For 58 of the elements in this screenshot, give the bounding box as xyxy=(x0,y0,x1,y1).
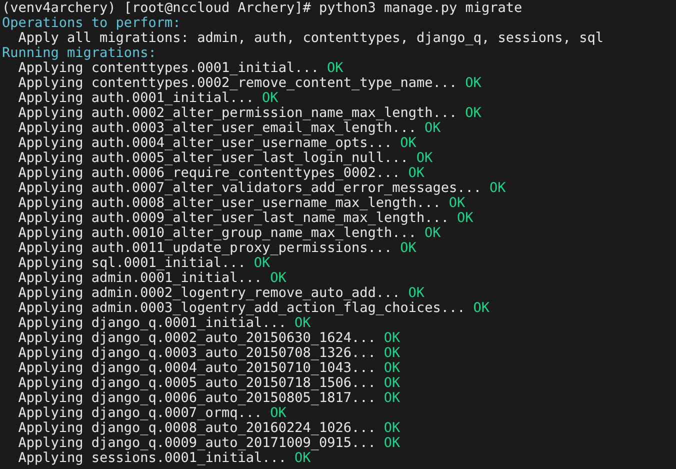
status-ok: OK xyxy=(384,421,400,436)
migration-line: Applying auth.0001_initial... xyxy=(17,91,254,106)
status-ok: OK xyxy=(294,451,311,466)
status-ok: OK xyxy=(424,121,441,136)
migration-line: Applying django_q.0005_auto_20150718_1506... xyxy=(17,376,376,391)
status-ok: OK xyxy=(384,346,400,361)
migration-line: Applying auth.0004_alter_user_username_opts... xyxy=(17,136,392,151)
status-ok: OK xyxy=(457,211,474,226)
migration-line: Applying auth.0009_alter_user_last_name_max_length... xyxy=(17,211,450,226)
migration-line: Applying django_q.0004_auto_20150710_1043... xyxy=(17,361,376,376)
status-ok: OK xyxy=(384,391,400,406)
migration-line: Applying contenttypes.0001_initial... xyxy=(17,61,319,76)
status-ok: OK xyxy=(400,241,416,256)
migration-line: Applying django_q.0008_auto_20160224_1026... xyxy=(17,421,376,436)
status-ok: OK xyxy=(384,376,400,391)
migration-line: Applying admin.0003_logentry_add_action_flag_choices... xyxy=(17,301,466,316)
status-ok: OK xyxy=(416,151,433,166)
migration-line: Applying auth.0008_alter_user_username_max_length... xyxy=(17,196,441,211)
command-line: (venv4archery) [root@nccloud Archery]# python3 manage.py migrate xyxy=(2,1,522,16)
migration-line: Applying admin.0001_initial... xyxy=(17,271,262,286)
migration-line: Applying auth.0002_alter_permission_name_max_length... xyxy=(17,106,458,121)
status-ok: OK xyxy=(400,136,416,151)
migration-line: Applying sessions.0001_initial... xyxy=(17,451,286,466)
status-ok: OK xyxy=(408,286,425,301)
migration-line: Applying django_q.0002_auto_20150630_1624... xyxy=(17,331,376,346)
status-ok: OK xyxy=(254,256,270,271)
migration-line: Applying auth.0007_alter_validators_add_error_messages... xyxy=(17,181,482,196)
status-ok: OK xyxy=(384,436,400,451)
status-ok: OK xyxy=(384,331,400,346)
migration-line: Applying auth.0011_update_proxy_permissions... xyxy=(17,241,392,256)
status-ok: OK xyxy=(465,106,482,121)
migration-line: Applying django_q.0006_auto_20150805_1817... xyxy=(17,391,376,406)
migration-line: Applying django_q.0007_ormq... xyxy=(17,406,262,421)
migration-line: Applying auth.0006_require_contenttypes_0002... xyxy=(17,166,400,181)
migration-line: Applying sql.0001_initial... xyxy=(17,256,246,271)
migration-line: Applying auth.0010_alter_group_name_max_length... xyxy=(17,226,417,241)
status-ok: OK xyxy=(270,406,286,421)
status-ok: OK xyxy=(448,196,466,211)
migration-line: Applying admin.0002_logentry_remove_auto_add... xyxy=(17,286,400,301)
status-ok: OK xyxy=(490,181,506,196)
status-ok: OK xyxy=(270,271,286,286)
migration-line: Applying auth.0005_alter_user_last_login_null... xyxy=(17,151,408,166)
section-heading: Running migrations: xyxy=(2,46,156,61)
status-ok: OK xyxy=(294,316,311,331)
migration-line: Applying django_q.0003_auto_20150708_1326... xyxy=(17,346,376,361)
migration-line: Applying contenttypes.0002_remove_content_type_name... xyxy=(17,76,458,91)
status-ok: OK xyxy=(326,61,344,76)
status-ok: OK xyxy=(384,361,400,376)
status-ok: OK xyxy=(408,166,425,181)
status-ok: OK xyxy=(473,301,490,316)
migration-line: Applying django_q.0009_auto_20171009_0915... xyxy=(17,436,376,451)
status-ok: OK xyxy=(465,76,482,91)
migration-line: Applying auth.0003_alter_user_email_max_length... xyxy=(17,121,417,136)
status-ok: OK xyxy=(424,226,441,241)
output-line: Apply all migrations: admin, auth, contenttypes, django_q, sessions, sql xyxy=(17,31,604,46)
status-ok: OK xyxy=(262,91,278,106)
section-heading: Operations to perform: xyxy=(2,16,181,31)
migration-line: Applying django_q.0001_initial... xyxy=(17,316,286,331)
